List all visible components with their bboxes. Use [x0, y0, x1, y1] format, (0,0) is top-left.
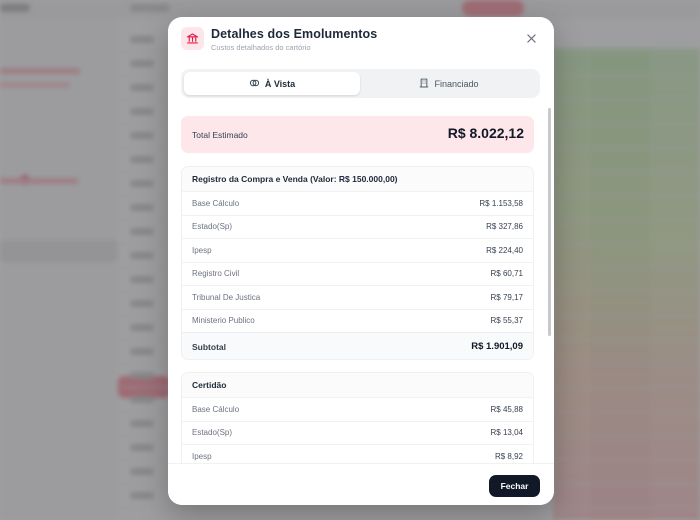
dialog-header: Detalhes dos Emolumentos Custos detalhad… [168, 17, 554, 61]
subtotal-value: R$ 1.901,09 [471, 341, 523, 352]
list-item: Base Cálculo R$ 1.153,58 [182, 191, 533, 215]
item-value: R$ 1.153,58 [479, 198, 523, 208]
tab-label: Financiado [434, 78, 479, 89]
item-label: Tribunal De Justica [192, 292, 261, 302]
item-label: Base Cálculo [192, 404, 240, 414]
cash-icon [249, 78, 260, 90]
dialog-scroll-content[interactable]: Total Estimado R$ 8.022,12 Registro da C… [168, 105, 554, 463]
list-item: Tribunal De Justica R$ 79,17 [182, 285, 533, 309]
scrollbar[interactable] [548, 108, 551, 460]
tab-a-vista[interactable]: À Vista [184, 72, 360, 95]
tab-label: À Vista [264, 78, 296, 89]
emolumentos-dialog: Detalhes dos Emolumentos Custos detalhad… [168, 17, 554, 505]
scrollbar-thumb[interactable] [548, 108, 551, 336]
item-value: R$ 55,37 [490, 316, 523, 326]
item-label: Estado(Sp) [192, 222, 233, 232]
list-item: Estado(Sp) R$ 327,86 [182, 214, 533, 239]
total-estimado-card: Total Estimado R$ 8.022,12 [181, 116, 534, 153]
item-value: R$ 45,88 [490, 404, 523, 414]
list-item: Ipesp R$ 8,92 [182, 444, 533, 463]
list-item: Ipesp R$ 224,40 [182, 238, 533, 262]
subtotal-label: Subtotal [192, 341, 226, 352]
fechar-button[interactable]: Fechar [489, 475, 540, 497]
total-label: Total Estimado [192, 130, 248, 140]
section-registro: Registro da Compra e Venda (Valor: R$ 15… [181, 166, 534, 360]
building-icon [419, 78, 429, 90]
dialog-footer: Fechar [168, 463, 554, 505]
subtotal-row: Subtotal R$ 1.901,09 [182, 332, 533, 359]
item-value: R$ 327,86 [486, 222, 523, 232]
item-label: Ipesp [192, 245, 212, 255]
item-value: R$ 224,40 [486, 245, 523, 255]
bank-icon [181, 27, 204, 50]
payment-tabs: À Vista Financiado [181, 69, 540, 98]
list-item: Estado(Sp) R$ 13,04 [182, 420, 533, 445]
section-title: Certidão [182, 373, 533, 397]
item-value: R$ 60,71 [490, 269, 523, 279]
section-certidao: Certidão Base Cálculo R$ 45,88 Estado(Sp… [181, 372, 534, 463]
list-item: Registro Civil R$ 60,71 [182, 261, 533, 286]
dialog-subtitle: Custos detalhados do cartório [211, 43, 311, 52]
list-item: Base Cálculo R$ 45,88 [182, 397, 533, 421]
dialog-title: Detalhes dos Emolumentos [211, 27, 378, 41]
item-value: R$ 79,17 [490, 292, 523, 302]
item-label: Estado(Sp) [192, 428, 233, 438]
list-item: Ministerio Publico R$ 55,37 [182, 308, 533, 333]
item-value: R$ 13,04 [490, 428, 523, 438]
item-label: Registro Civil [192, 269, 240, 279]
total-value: R$ 8.022,12 [447, 125, 524, 141]
item-label: Base Cálculo [192, 198, 240, 208]
item-value: R$ 8,92 [494, 451, 523, 461]
close-icon[interactable] [523, 30, 539, 46]
item-label: Ministerio Publico [192, 316, 255, 326]
tab-financiado[interactable]: Financiado [361, 72, 537, 95]
item-label: Ipesp [192, 451, 212, 461]
section-title: Registro da Compra e Venda (Valor: R$ 15… [182, 167, 533, 191]
